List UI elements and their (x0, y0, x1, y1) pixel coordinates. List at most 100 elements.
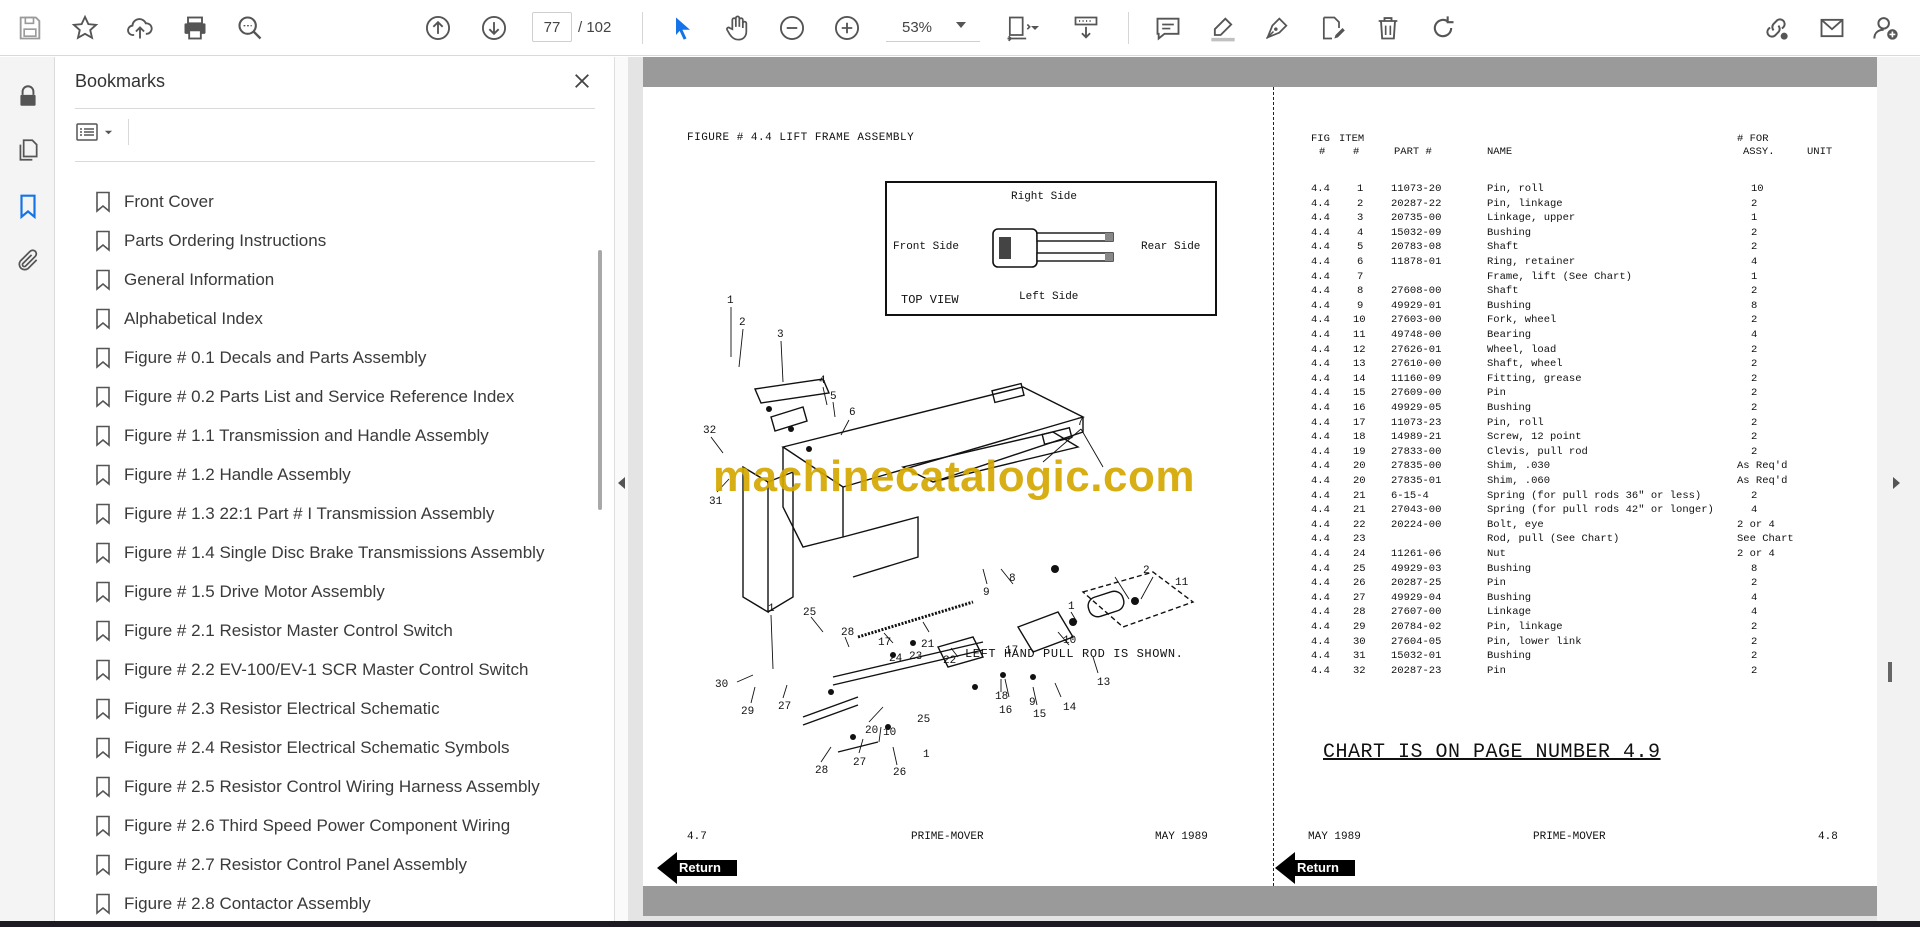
bookmark-item[interactable]: Figure # 1.4 Single Disc Brake Transmiss… (94, 538, 574, 568)
callout-label: 28 (841, 627, 854, 639)
parts-cell-item: 6 (1357, 256, 1364, 268)
page-fit-dropdown-icon[interactable] (1026, 10, 1044, 46)
bookmark-item[interactable]: Figure # 2.1 Resistor Master Control Swi… (94, 616, 574, 646)
parts-cell-assy: 2 or 4 (1737, 518, 1775, 531)
callout-label: 6 (849, 407, 856, 419)
document-viewport[interactable]: FIGURE # 4.4 LIFT FRAME ASSEMBLY Right S… (628, 57, 1920, 921)
comment-icon[interactable] (1150, 10, 1186, 46)
highlight-pen-icon[interactable] (1205, 10, 1241, 46)
parts-cell-assy: 4 (1751, 606, 1758, 619)
parts-cell-item: 10 (1353, 314, 1366, 327)
parts-cell-item: 27 (1353, 591, 1366, 604)
parts-cell-fig: 4.4 (1311, 270, 1330, 283)
zoom-out-icon[interactable] (774, 10, 810, 46)
bookmark-item[interactable]: General Information (94, 265, 574, 295)
bookmark-item[interactable]: Figure # 1.3 22:1 Part # I Transmission … (94, 499, 574, 529)
bookmark-item[interactable]: Front Cover (94, 187, 574, 217)
expand-tools-icon[interactable] (1893, 477, 1900, 489)
parts-cell-part: 20287-22 (1391, 197, 1442, 210)
document-scroll-thumb[interactable] (1888, 662, 1892, 682)
draw-pen-icon[interactable] (1259, 10, 1295, 46)
bookmark-item[interactable]: Figure # 2.7 Resistor Control Panel Asse… (94, 850, 574, 880)
bookmark-item[interactable]: Figure # 2.4 Resistor Electrical Schemat… (94, 733, 574, 763)
right-page-number: 4.8 (1818, 831, 1838, 843)
zoom-dropdown-icon[interactable] (956, 22, 966, 28)
email-icon[interactable] (1814, 10, 1850, 46)
bookmark-item[interactable]: Figure # 2.5 Resistor Control Wiring Har… (94, 772, 574, 802)
bookmark-item[interactable]: Parts Ordering Instructions (94, 226, 574, 256)
bookmark-item[interactable]: Figure # 0.2 Parts List and Service Refe… (94, 382, 574, 412)
save-icon[interactable] (12, 10, 48, 46)
callout-label: 11 (1175, 577, 1189, 589)
bookmark-icon (96, 503, 110, 525)
parts-cell-item: 18 (1353, 431, 1366, 444)
parts-cell-part: 11878-01 (1391, 256, 1442, 268)
page-number-input[interactable] (532, 12, 572, 42)
bookmark-item[interactable]: Figure # 1.1 Transmission and Handle Ass… (94, 421, 574, 451)
bookmark-item[interactable]: Figure # 2.8 Contactor Assembly (94, 889, 574, 915)
parts-cell-part: 11261-06 (1391, 548, 1442, 560)
parts-cell-item: 9 (1357, 299, 1364, 312)
parts-cell-part: 27604-05 (1391, 635, 1442, 648)
bookmark-item[interactable]: Figure # 2.6 Third Speed Power Component… (94, 811, 574, 841)
page-thumbnails-icon[interactable] (10, 132, 46, 168)
panel-splitter[interactable] (614, 57, 628, 921)
parts-cell-part: 49929-04 (1391, 591, 1442, 604)
parts-cell-part: 49929-01 (1391, 299, 1442, 312)
delete-icon[interactable] (1370, 10, 1406, 46)
col-header-assy: ASSY. (1743, 146, 1775, 158)
parts-cell-name: Bushing (1487, 650, 1532, 663)
col-header-item-top: ITEM (1339, 133, 1365, 145)
bookmark-item[interactable]: Figure # 2.3 Resistor Electrical Schemat… (94, 694, 574, 724)
parts-cell-assy: See Chart (1737, 533, 1794, 546)
bookmark-item[interactable]: Figure # 0.1 Decals and Parts Assembly (94, 343, 574, 373)
parts-cell-item: 4 (1357, 226, 1364, 239)
toolbar-divider (1128, 12, 1129, 44)
parts-cell-part: 27610-00 (1391, 358, 1442, 371)
parts-table-row: 4.4 15 27609-00 Pin 2 (1309, 387, 1849, 401)
bookmarks-panel-icon[interactable] (10, 188, 46, 224)
edit-pdf-icon[interactable] (1314, 10, 1350, 46)
print-icon[interactable] (177, 10, 213, 46)
find-zoom-icon[interactable] (232, 10, 268, 46)
callout-label: 27 (853, 757, 866, 769)
star-icon[interactable] (67, 10, 103, 46)
parts-cell-item: 29 (1353, 621, 1366, 633)
callout-label: 10 (883, 727, 896, 739)
parts-cell-name: Spring (for pull rods 36" or less) (1487, 489, 1702, 502)
return-button[interactable]: Return (1275, 851, 1355, 885)
bookmark-item[interactable]: Figure # 2.2 EV-100/EV-1 SCR Master Cont… (94, 655, 574, 685)
close-panel-button[interactable] (568, 67, 596, 95)
attachments-icon[interactable] (10, 243, 46, 279)
bookmark-item[interactable]: Alphabetical Index (94, 304, 574, 334)
account-add-icon[interactable] (1868, 10, 1904, 46)
parts-cell-assy: 2 (1751, 226, 1758, 239)
bookmark-item[interactable]: Figure # 1.2 Handle Assembly (94, 460, 574, 490)
select-cursor-icon[interactable] (665, 10, 701, 46)
rotate-icon[interactable] (1425, 10, 1461, 46)
lock-icon[interactable] (10, 78, 46, 114)
hand-tool-icon[interactable] (719, 10, 755, 46)
bookmark-options-button[interactable] (75, 117, 125, 147)
parts-table-row: 4.4 12 27626-01 Wheel, load 2 (1309, 344, 1849, 358)
bookmark-scrollbar[interactable] (596, 170, 604, 915)
parts-table-row: 4.4 9 49929-01 Bushing 8 (1309, 300, 1849, 314)
scroll-mode-icon[interactable] (1068, 10, 1104, 46)
callout-label: 24 (889, 653, 903, 665)
bookmark-item[interactable]: Figure # 1.5 Drive Motor Assembly (94, 577, 574, 607)
upload-cloud-icon[interactable] (122, 10, 158, 46)
collapse-panel-icon[interactable] (618, 477, 625, 489)
share-link-icon[interactable] (1758, 10, 1794, 46)
zoom-in-icon[interactable] (829, 10, 865, 46)
parts-cell-item: 22 (1353, 518, 1366, 531)
callout-label: 25 (803, 607, 816, 619)
callout-label: 30 (715, 679, 728, 691)
return-button[interactable]: Return (657, 851, 737, 885)
next-page-icon[interactable] (476, 10, 512, 46)
parts-cell-name: Shaft (1487, 241, 1519, 254)
previous-page-icon[interactable] (420, 10, 456, 46)
scrollbar-thumb[interactable] (598, 250, 602, 510)
col-header-part: PART # (1394, 146, 1432, 158)
callout-label: 15 (1033, 709, 1046, 721)
page-total: / 102 (578, 19, 612, 36)
